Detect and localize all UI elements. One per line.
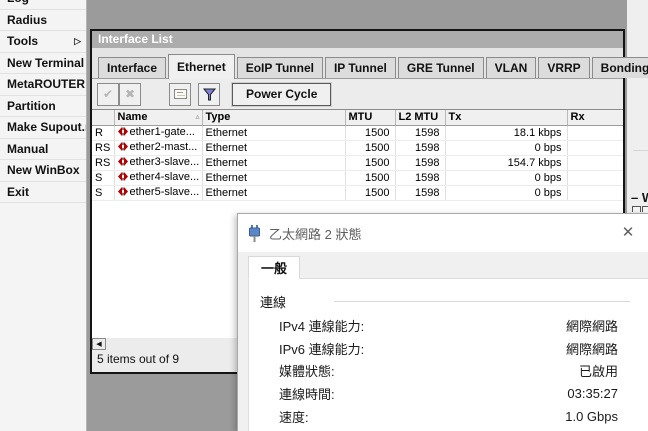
funnel-filter-icon [202,88,216,100]
duration-value: 03:35:27 [567,386,618,402]
ipv6-connectivity-row: IPv6 連線能力: 網際網路 [279,337,618,360]
interface-list-tabs: Interface Ethernet EoIP Tunnel IP Tunnel… [92,48,648,79]
scroll-left-icon: ◀ [96,341,102,348]
table-row[interactable]: RS ether2-mast... Ethernet 1500 1598 0 b… [92,140,623,156]
group-divider [334,301,630,302]
menu-item-partition[interactable]: Partition [0,95,86,117]
col-name[interactable]: Name ▵ [114,110,203,126]
menu-item-manual[interactable]: Manual [0,138,86,160]
ethernet-interface-icon [117,172,128,184]
col-rx[interactable]: Rx [567,110,623,126]
close-icon[interactable]: ✕ [618,223,638,243]
background-window-outline [632,206,641,212]
winbox-menu-sidebar: Log Radius Tools▷ New Terminal MetaROUTE… [0,0,87,431]
col-tx[interactable]: Tx [445,110,568,126]
disable-button[interactable]: ✖ [119,82,141,106]
menu-item-new-winbox[interactable]: New WinBox [0,160,86,182]
power-cycle-button[interactable]: Power Cycle [230,81,333,107]
table-row[interactable]: S ether4-slave... Ethernet 1500 1598 0 b… [92,170,623,186]
menu-item-tools[interactable]: Tools ▷ [0,31,86,53]
menu-item-new-terminal[interactable]: New Terminal [0,52,86,74]
table-row[interactable]: RS ether3-slave... Ethernet 1500 1598 15… [92,155,623,171]
tab-ip-tunnel[interactable]: IP Tunnel [324,57,396,78]
window-titlebar[interactable]: Interface List [92,31,623,48]
ethernet-interface-icon [117,157,128,169]
menu-item-log[interactable]: Log [0,0,86,10]
interface-toolbar: ✔ ✖ Power Cycle [97,81,333,107]
menu-item-radius[interactable]: Radius [0,9,86,31]
tab-general[interactable]: 一般 [248,256,301,279]
connection-detail-rows: IPv4 連線能力: 網際網路 IPv6 連線能力: 網際網路 媒體狀態: 已啟… [279,314,618,428]
ethernet-status-dialog: 乙太網路 2 狀態 ✕ 一般 連線 IPv4 連線能力: 網際網路 IPv6 連… [237,213,648,431]
media-state-value: 已啟用 [578,364,618,380]
tab-ethernet[interactable]: Ethernet [168,54,235,79]
dialog-tabstrip: 一般 [248,256,648,279]
menu-item-exit[interactable]: Exit [0,181,86,203]
tab-bonding[interactable]: Bonding [591,57,648,78]
ipv6-connectivity-value: 網際網路 [565,341,618,357]
scroll-left-button[interactable]: ◀ [92,338,106,350]
enable-icon: ✔ [102,87,114,101]
menu-list: Log Radius Tools▷ New Terminal MetaROUTE… [0,0,86,203]
media-state-row: 媒體狀態: 已啟用 [279,360,618,383]
enable-button[interactable]: ✔ [97,82,119,106]
menu-item-make-supout[interactable]: Make Supout.rif [0,117,86,139]
comment-icon [173,89,187,99]
sort-ascending-icon: ▵ [195,112,200,121]
speed-row: 速度: 1.0 Gbps [279,409,618,426]
comment-button[interactable] [169,82,191,106]
submenu-arrow-icon: ▷ [74,36,81,46]
tab-gre-tunnel[interactable]: GRE Tunnel [397,57,484,78]
col-l2mtu[interactable]: L2 MTU [395,110,446,126]
winbox-workspace: – W Log Radius Tools▷ New Terminal MetaR… [0,0,648,431]
menu-item-metarouter[interactable]: MetaROUTER [0,74,86,96]
col-flags[interactable] [92,110,115,126]
tab-vrrp[interactable]: VRRP [538,57,590,78]
tab-eoip-tunnel[interactable]: EoIP Tunnel [236,57,323,78]
connection-group-label: 連線 [260,295,287,310]
ethernet-interface-icon [117,142,128,154]
disable-icon: ✖ [124,87,136,101]
dialog-titlebar[interactable]: 乙太網路 2 狀態 [238,214,648,252]
col-type[interactable]: Type [202,110,346,126]
background-divider [633,150,648,151]
tab-vlan[interactable]: VLAN [485,57,537,78]
tab-interface[interactable]: Interface [98,57,167,78]
ipv4-connectivity-value: 網際網路 [565,318,618,334]
table-row[interactable]: R ether1-gate... Ethernet 1500 1598 18.1… [92,125,623,141]
ethernet-interface-icon [117,127,128,139]
dialog-tab-page: 連線 IPv4 連線能力: 網際網路 IPv6 連線能力: 網際網路 媒體狀態:… [248,278,648,431]
ethernet-plug-icon [249,224,260,242]
duration-row: 連線時間: 03:35:27 [279,386,618,403]
background-window-outline [642,206,648,212]
background-text-fragment: – W [631,190,648,205]
speed-value: 1.0 Gbps [565,409,618,425]
ethernet-interface-icon [117,187,128,199]
col-mtu[interactable]: MTU [345,110,396,126]
ipv4-connectivity-row: IPv4 連線能力: 網際網路 [279,314,618,337]
table-header-row: Name ▵ Type MTU L2 MTU Tx Rx [92,110,623,126]
filter-button[interactable] [198,82,220,106]
table-row[interactable]: S ether5-slave... Ethernet 1500 1598 0 b… [92,185,623,201]
dialog-title: 乙太網路 2 狀態 [269,226,362,242]
